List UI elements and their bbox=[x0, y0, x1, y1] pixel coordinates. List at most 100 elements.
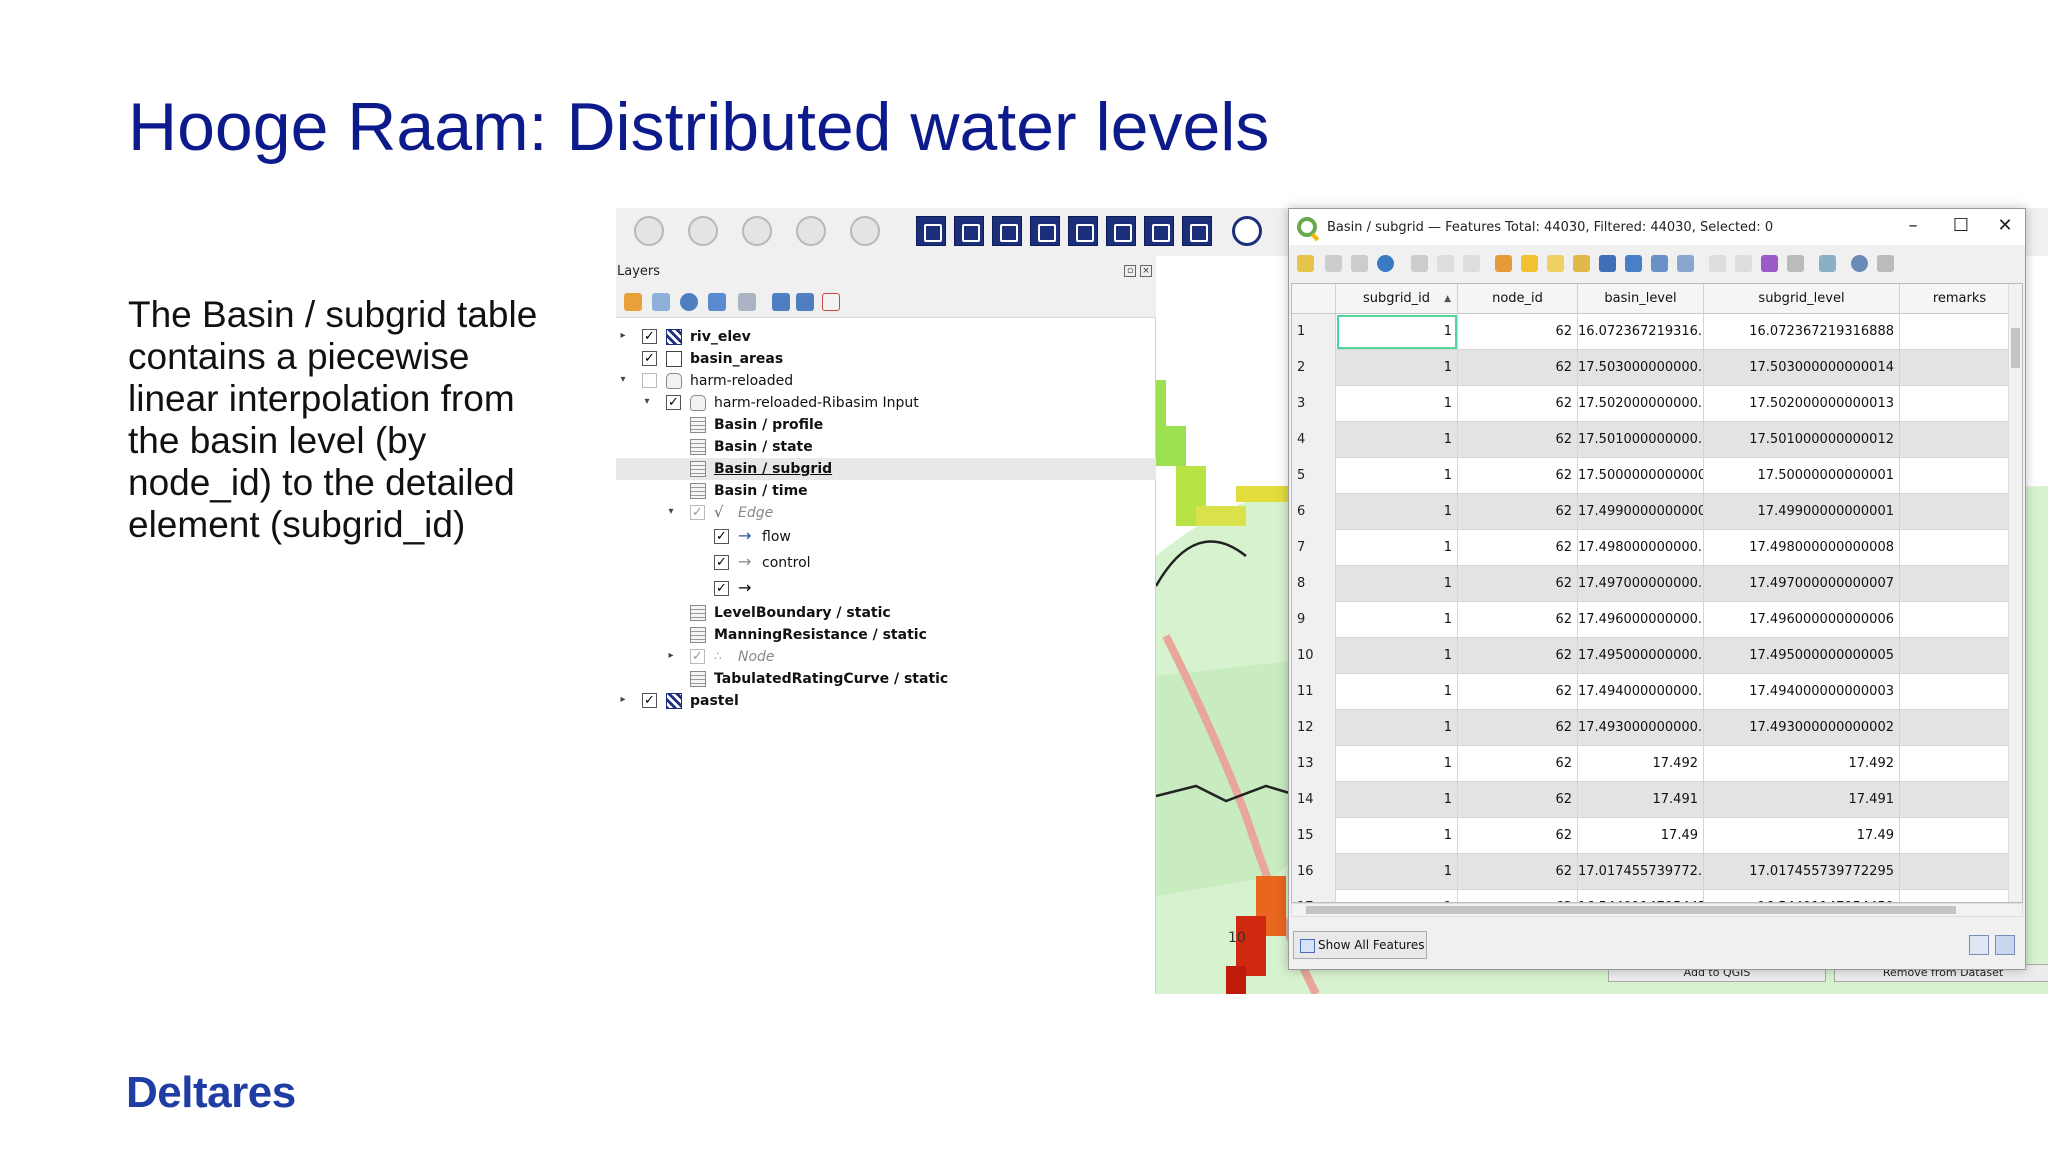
zoom-to-selected-icon[interactable] bbox=[1677, 255, 1694, 272]
style-manager-icon[interactable] bbox=[624, 293, 642, 311]
layer-group[interactable]: ▸ ✓ ∴ Node bbox=[616, 646, 1156, 668]
cell-node-id[interactable]: 62 bbox=[1458, 602, 1578, 638]
table-row[interactable]: 15 1 62 17.49 17.49 bbox=[1292, 818, 2012, 854]
collapse-arrow-icon[interactable]: ▾ bbox=[666, 506, 676, 517]
cell-node-id[interactable]: 62 bbox=[1458, 566, 1578, 602]
select-all-icon[interactable] bbox=[1521, 255, 1538, 272]
select-by-expression-icon[interactable] bbox=[1495, 255, 1512, 272]
cell-basin-level[interactable]: 16.072367219316... bbox=[1578, 314, 1704, 350]
maximize-icon[interactable]: ☐ bbox=[1941, 215, 1981, 239]
cell-remarks[interactable] bbox=[1900, 314, 2012, 350]
cell-remarks[interactable] bbox=[1900, 638, 2012, 674]
cell-basin-level[interactable]: 17.017455739772... bbox=[1578, 854, 1704, 890]
cell-node-id[interactable]: 62 bbox=[1458, 854, 1578, 890]
cell-node-id[interactable]: 62 bbox=[1458, 494, 1578, 530]
legend-item[interactable]: ✓ → flow bbox=[616, 526, 1156, 548]
cell-basin-level[interactable]: 17.49900000000001 bbox=[1578, 494, 1704, 530]
add-feature-icon[interactable] bbox=[1411, 255, 1428, 272]
cell-subgrid-id[interactable]: 1 bbox=[1336, 638, 1458, 674]
cell-node-id[interactable]: 62 bbox=[1458, 638, 1578, 674]
invert-selection-icon[interactable] bbox=[1547, 255, 1564, 272]
waves-plugin-icon[interactable] bbox=[1144, 216, 1174, 246]
timeseries-plugin-icon[interactable] bbox=[1106, 216, 1136, 246]
table-row[interactable]: 1716216.5449114795445916.54491147954459 bbox=[1292, 890, 2012, 902]
layer-visibility-checkbox[interactable]: ✓ bbox=[642, 329, 657, 344]
cell-subgrid-level[interactable]: 16.072367219316888 bbox=[1704, 314, 1900, 350]
cell-node-id[interactable]: 62 bbox=[1458, 710, 1578, 746]
cell-subgrid-id[interactable]: 1 bbox=[1336, 494, 1458, 530]
cell-remarks[interactable] bbox=[1900, 890, 2012, 902]
layer-item[interactable]: Basin / profile bbox=[616, 414, 1156, 436]
cell-subgrid-level[interactable]: 17.492 bbox=[1704, 746, 1900, 782]
save-edits-icon[interactable] bbox=[1351, 255, 1368, 272]
table-row[interactable]: 4 1 62 17.501000000000... 17.501000000000012 bbox=[1292, 422, 2012, 458]
table-row[interactable]: 7 1 62 17.498000000000... 17.498000000000008 bbox=[1292, 530, 2012, 566]
cell-node-id[interactable]: 62 bbox=[1458, 746, 1578, 782]
cell-subgrid-id[interactable]: 1 bbox=[1336, 530, 1458, 566]
delete-feature-icon[interactable] bbox=[1437, 255, 1454, 272]
collapse-arrow-icon[interactable]: ▾ bbox=[618, 374, 628, 385]
cube-plugin-icon[interactable] bbox=[1068, 216, 1098, 246]
show-all-features-button[interactable]: Show All Features bbox=[1293, 931, 1427, 959]
legend-item[interactable]: ✓ → bbox=[616, 578, 1156, 600]
float-panel-icon[interactable]: ▫ bbox=[1124, 265, 1136, 277]
layer-item[interactable]: Basin / time bbox=[616, 480, 1156, 502]
row-number[interactable]: 2 bbox=[1292, 350, 1336, 386]
cell-basin-level[interactable]: 16.54491147954459 bbox=[1578, 890, 1704, 902]
zoom-map-icon[interactable] bbox=[1851, 255, 1868, 272]
row-number[interactable]: 8 bbox=[1292, 566, 1336, 602]
table-row[interactable]: 6 1 62 17.49900000000001 17.49900000000001 bbox=[1292, 494, 2012, 530]
cell-subgrid-id[interactable]: 1 bbox=[1336, 602, 1458, 638]
row-number[interactable]: 4 bbox=[1292, 422, 1336, 458]
legend-checkbox[interactable]: ✓ bbox=[714, 581, 729, 596]
form-view-icon[interactable] bbox=[1969, 935, 1989, 955]
cell-subgrid-level[interactable]: 17.017455739772295 bbox=[1704, 854, 1900, 890]
cell-subgrid-id[interactable]: 1 bbox=[1336, 674, 1458, 710]
cell-remarks[interactable] bbox=[1900, 674, 2012, 710]
row-number[interactable]: 5 bbox=[1292, 458, 1336, 494]
cell-remarks[interactable] bbox=[1900, 458, 2012, 494]
table-row[interactable]: 11 1 62 17.494000000000... 17.49400000000000… bbox=[1292, 674, 2012, 710]
layer-item[interactable]: ▸ ✓ pastel bbox=[616, 690, 1156, 712]
layer-visibility-checkbox[interactable] bbox=[642, 373, 657, 388]
cell-node-id[interactable]: 62 bbox=[1458, 314, 1578, 350]
cell-subgrid-level[interactable]: 17.496000000000006 bbox=[1704, 602, 1900, 638]
row-number[interactable]: 17 bbox=[1292, 890, 1336, 902]
cell-subgrid-id[interactable]: 1 bbox=[1336, 890, 1458, 902]
cell-basin-level[interactable]: 17.49 bbox=[1578, 818, 1704, 854]
table-view-icon[interactable] bbox=[1995, 935, 2015, 955]
manage-visibility-icon[interactable] bbox=[680, 293, 698, 311]
map-tips-icon[interactable] bbox=[850, 216, 880, 246]
new-field-icon[interactable] bbox=[1787, 255, 1804, 272]
cell-subgrid-id[interactable]: 1 bbox=[1336, 710, 1458, 746]
legend-item[interactable]: ✓ → control bbox=[616, 552, 1156, 574]
annotation-icon[interactable] bbox=[796, 216, 826, 246]
table-row[interactable]: 16 1 62 17.017455739772... 17.01745573977229… bbox=[1292, 854, 2012, 890]
cell-basin-level[interactable]: 17.501000000000... bbox=[1578, 422, 1704, 458]
cell-basin-level[interactable]: 17.494000000000... bbox=[1578, 674, 1704, 710]
cell-basin-level[interactable]: 17.498000000000... bbox=[1578, 530, 1704, 566]
cell-subgrid-id[interactable]: 1 bbox=[1336, 386, 1458, 422]
cell-basin-level[interactable]: 17.493000000000... bbox=[1578, 710, 1704, 746]
filter-icon[interactable] bbox=[1599, 255, 1616, 272]
target-plugin-icon[interactable] bbox=[1232, 216, 1262, 246]
cut-icon[interactable] bbox=[1463, 255, 1480, 272]
cell-node-id[interactable]: 62 bbox=[1458, 530, 1578, 566]
cell-subgrid-level[interactable]: 17.495000000000005 bbox=[1704, 638, 1900, 674]
cell-remarks[interactable] bbox=[1900, 422, 2012, 458]
expand-all-icon[interactable] bbox=[772, 293, 790, 311]
layer-item[interactable]: ManningResistance / static bbox=[616, 624, 1156, 646]
scrollbar-thumb[interactable] bbox=[1306, 906, 1956, 914]
collapse-arrow-icon[interactable]: ▾ bbox=[642, 396, 652, 407]
pan-to-selected-icon[interactable] bbox=[1651, 255, 1668, 272]
cell-remarks[interactable] bbox=[1900, 494, 2012, 530]
row-number[interactable]: 3 bbox=[1292, 386, 1336, 422]
row-number[interactable]: 12 bbox=[1292, 710, 1336, 746]
row-number[interactable]: 16 bbox=[1292, 854, 1336, 890]
cell-basin-level[interactable]: 17.503000000000... bbox=[1578, 350, 1704, 386]
column-header[interactable]: basin_level bbox=[1578, 284, 1704, 314]
cell-remarks[interactable] bbox=[1900, 818, 2012, 854]
layer-group[interactable]: ▾ ✓ √ Edge bbox=[616, 502, 1156, 524]
actions-icon[interactable] bbox=[1877, 255, 1894, 272]
cell-subgrid-id[interactable]: 1 bbox=[1336, 854, 1458, 890]
